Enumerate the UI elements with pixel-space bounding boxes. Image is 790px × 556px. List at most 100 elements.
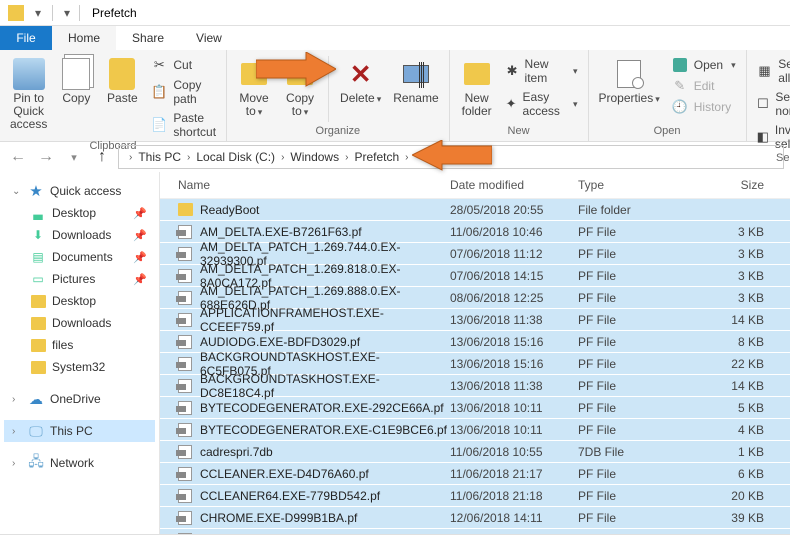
nav-desktop2[interactable]: Desktop: [4, 290, 155, 312]
nav-files[interactable]: files: [4, 334, 155, 356]
table-row[interactable]: CCLEANER.EXE-D4D76A60.pf11/06/2018 21:17…: [160, 463, 790, 485]
file-type: PF File: [578, 313, 708, 327]
up-button[interactable]: ↑: [90, 145, 114, 169]
file-date: 07/06/2018 11:12: [450, 247, 578, 261]
file-size: 5 KB: [708, 401, 778, 415]
select-all-button[interactable]: ▦Select all: [753, 56, 790, 86]
file-date: 13/06/2018 15:16: [450, 357, 578, 371]
qat-customize[interactable]: ▾: [60, 6, 74, 20]
open-button[interactable]: Open▾: [668, 56, 740, 74]
nav-network[interactable]: ›🖧Network: [4, 452, 155, 474]
table-row[interactable]: BYTECODEGENERATOR.EXE-C1E9BCE6.pf13/06/2…: [160, 419, 790, 441]
nav-pictures[interactable]: ▭Pictures📌: [4, 268, 155, 290]
network-icon: 🖧: [28, 455, 44, 471]
file-size: 14 KB: [708, 313, 778, 327]
edit-button[interactable]: ✎Edit: [668, 77, 740, 95]
col-size[interactable]: Size: [708, 178, 778, 192]
nav-downloads[interactable]: ⬇Downloads📌: [4, 224, 155, 246]
pin-quick-access-button[interactable]: Pin to Quick access: [6, 56, 51, 133]
tab-view[interactable]: View: [180, 26, 238, 50]
nav-downloads2[interactable]: Downloads: [4, 312, 155, 334]
history-button[interactable]: 🕘History: [668, 98, 740, 116]
group-new-label: New: [456, 125, 582, 139]
copy-path-button[interactable]: 📋Copy path: [147, 77, 220, 107]
file-date: 08/06/2018 12:25: [450, 291, 578, 305]
file-date: 11/06/2018 10:46: [450, 225, 578, 239]
file-type: PF File: [578, 379, 708, 393]
nav-documents[interactable]: ▤Documents📌: [4, 246, 155, 268]
copy-button[interactable]: Copy: [55, 56, 97, 107]
tab-home[interactable]: Home: [52, 26, 116, 50]
tab-file[interactable]: File: [0, 26, 52, 50]
table-row[interactable]: CHROME.EXE-D999B1BB.pf12/06/2018 01:49PF…: [160, 529, 790, 534]
file-date: 13/06/2018 15:16: [450, 335, 578, 349]
qat-dropdown[interactable]: ▾: [31, 6, 45, 20]
paste-button[interactable]: Paste: [101, 56, 143, 107]
table-row[interactable]: APPLICATIONFRAMEHOST.EXE-CCEEF759.pf13/0…: [160, 309, 790, 331]
table-row[interactable]: cadrespri.7db11/06/2018 10:557DB File1 K…: [160, 441, 790, 463]
file-date: 13/06/2018 11:38: [450, 313, 578, 327]
file-size: 6 KB: [708, 467, 778, 481]
file-date: 28/05/2018 20:55: [450, 203, 578, 217]
easy-access-button[interactable]: ✦Easy access▾: [502, 89, 582, 119]
delete-button[interactable]: ✕ Delete▾: [336, 56, 385, 108]
cloud-icon: ☁: [28, 391, 44, 407]
file-icon: [178, 335, 192, 349]
col-name[interactable]: Name: [172, 178, 450, 192]
back-button[interactable]: ←: [6, 145, 30, 169]
file-date: 12/06/2018 01:49: [450, 533, 578, 535]
breadcrumb-localdisk[interactable]: Local Disk (C:): [196, 150, 275, 164]
cut-button[interactable]: ✂Cut: [147, 56, 220, 74]
file-name: CCLEANER64.EXE-779BD542.pf: [200, 489, 450, 503]
file-icon: [178, 357, 192, 371]
file-size: 39 KB: [708, 511, 778, 525]
properties-button[interactable]: Properties▾: [595, 56, 664, 108]
breadcrumb-windows[interactable]: Windows: [290, 150, 339, 164]
tab-share[interactable]: Share: [116, 26, 180, 50]
file-date: 07/06/2018 14:15: [450, 269, 578, 283]
file-type: PF File: [578, 335, 708, 349]
file-icon: [178, 401, 192, 415]
table-row[interactable]: BYTECODEGENERATOR.EXE-292CE66A.pf13/06/2…: [160, 397, 790, 419]
table-row[interactable]: CHROME.EXE-D999B1BA.pf12/06/2018 14:11PF…: [160, 507, 790, 529]
col-type[interactable]: Type: [578, 178, 708, 192]
forward-button[interactable]: →: [34, 145, 58, 169]
file-icon: [178, 379, 192, 393]
new-item-button[interactable]: ✱New item▾: [502, 56, 582, 86]
new-folder-button[interactable]: New folder: [456, 56, 498, 120]
file-name: CCLEANER.EXE-D4D76A60.pf: [200, 467, 450, 481]
file-date: 13/06/2018 11:38: [450, 379, 578, 393]
col-date[interactable]: Date modified: [450, 178, 578, 192]
table-row[interactable]: BACKGROUNDTASKHOST.EXE-DC8E18C4.pf13/06/…: [160, 375, 790, 397]
breadcrumb-prefetch[interactable]: Prefetch: [354, 150, 399, 164]
file-type: 7DB File: [578, 445, 708, 459]
rename-button[interactable]: Rename: [389, 56, 442, 107]
file-type: File folder: [578, 203, 708, 217]
file-name: ReadyBoot: [200, 203, 450, 217]
select-none-button[interactable]: ☐Select none: [753, 89, 790, 119]
nav-quick-access[interactable]: ⌄★Quick access: [4, 180, 155, 202]
annotation-arrow-breadcrumb: [412, 140, 492, 177]
nav-onedrive[interactable]: ›☁OneDrive: [4, 388, 155, 410]
file-type: PF File: [578, 291, 708, 305]
desktop-icon: ▃: [30, 205, 46, 221]
annotation-arrow-delete: [256, 52, 336, 95]
folder-icon: [30, 315, 46, 331]
file-name: AUDIODG.EXE-BDFD3029.pf: [200, 335, 450, 349]
folder-icon: [30, 359, 46, 375]
navigation-pane: ⌄★Quick access ▃Desktop📌 ⬇Downloads📌 ▤Do…: [0, 172, 160, 534]
table-row[interactable]: CCLEANER64.EXE-779BD542.pf11/06/2018 21:…: [160, 485, 790, 507]
file-size: 3 KB: [708, 291, 778, 305]
nav-desktop[interactable]: ▃Desktop📌: [4, 202, 155, 224]
file-name: CHROME.EXE-D999B1BB.pf: [200, 533, 450, 535]
documents-icon: ▤: [30, 249, 46, 265]
nav-system32[interactable]: System32: [4, 356, 155, 378]
file-size: 12 KB: [708, 533, 778, 535]
table-row[interactable]: ReadyBoot28/05/2018 20:55File folder: [160, 199, 790, 221]
breadcrumb-thispc[interactable]: This PC: [138, 150, 181, 164]
recent-button[interactable]: ▾: [62, 145, 86, 169]
file-type: PF File: [578, 533, 708, 535]
paste-shortcut-button[interactable]: 📄Paste shortcut: [147, 110, 220, 140]
folder-icon: [30, 337, 46, 353]
nav-thispc[interactable]: ›🖵This PC: [4, 420, 155, 442]
